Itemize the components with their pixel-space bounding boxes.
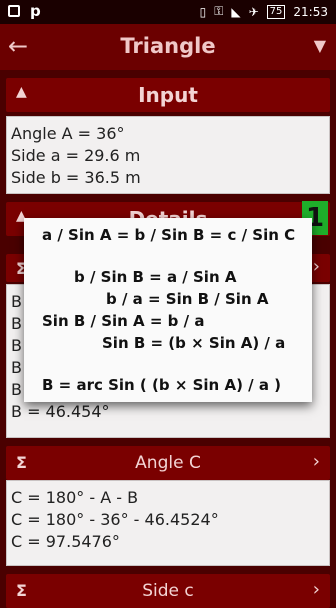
dropdown-caret-icon[interactable]: ▼	[314, 36, 326, 55]
angle-c-section-header[interactable]: Σ Angle C ›	[6, 446, 330, 480]
formula-line: a / Sin A = b / Sin B = c / Sin C	[42, 226, 296, 244]
page-title: Triangle	[120, 34, 216, 58]
angle-c-panel: C = 180° - A - B C = 180° - 36° - 46.452…	[6, 480, 330, 566]
key-icon: ⚿	[214, 4, 224, 18]
notification-square-icon	[8, 5, 20, 17]
airplane-icon: ✈	[248, 4, 259, 19]
input-line-side-a: Side a = 29.6 m	[11, 146, 141, 165]
angle-b-result: B = 46.454°	[11, 402, 110, 421]
formula-line: B = arc Sin ( (b × Sin A) / a )	[42, 376, 282, 394]
input-line-angle-a: Angle A = 36°	[11, 124, 125, 143]
side-c-section-header[interactable]: Σ Side c ›	[6, 574, 330, 608]
formula-line: Sin B / Sin A = b / a	[42, 312, 205, 330]
angle-c-header-label: Angle C	[135, 453, 201, 473]
input-header-label: Input	[138, 83, 198, 107]
p-notification-icon: p	[30, 2, 41, 20]
formula-line: Sin B = (b × Sin A) / a	[102, 334, 286, 352]
input-line-side-b: Side b = 36.5 m	[11, 168, 141, 187]
vibrate-icon: ▯	[199, 4, 207, 19]
angle-c-line-1: C = 180° - A - B	[11, 488, 139, 507]
battery-icon: 75	[266, 4, 286, 19]
wifi-icon: ◣	[231, 4, 241, 19]
formula-line: b / Sin B = a / Sin A	[74, 268, 237, 286]
formula-line: b / a = Sin B / Sin A	[106, 290, 269, 308]
status-bar: p ▯ ⚿ ◣ ✈ 75 21:53	[0, 0, 336, 24]
angle-c-line-3: C = 97.5476°	[11, 532, 120, 551]
status-time: 21:53	[293, 4, 328, 19]
chevron-right-icon: ›	[312, 579, 320, 600]
chevron-right-icon: ›	[312, 256, 320, 277]
app-bar: ← Triangle ▼	[0, 24, 336, 70]
input-section-header[interactable]: ▲ Input	[6, 78, 330, 112]
input-panel: Angle A = 36° Side a = 29.6 m Side b = 3…	[6, 116, 330, 194]
side-c-header-label: Side c	[142, 581, 194, 601]
formula-dialog[interactable]: a / Sin A = b / Sin B = c / Sin C b / Si…	[24, 218, 312, 402]
angle-c-line-2: C = 180° - 36° - 46.4524°	[11, 510, 219, 529]
chevron-right-icon: ›	[312, 451, 320, 472]
